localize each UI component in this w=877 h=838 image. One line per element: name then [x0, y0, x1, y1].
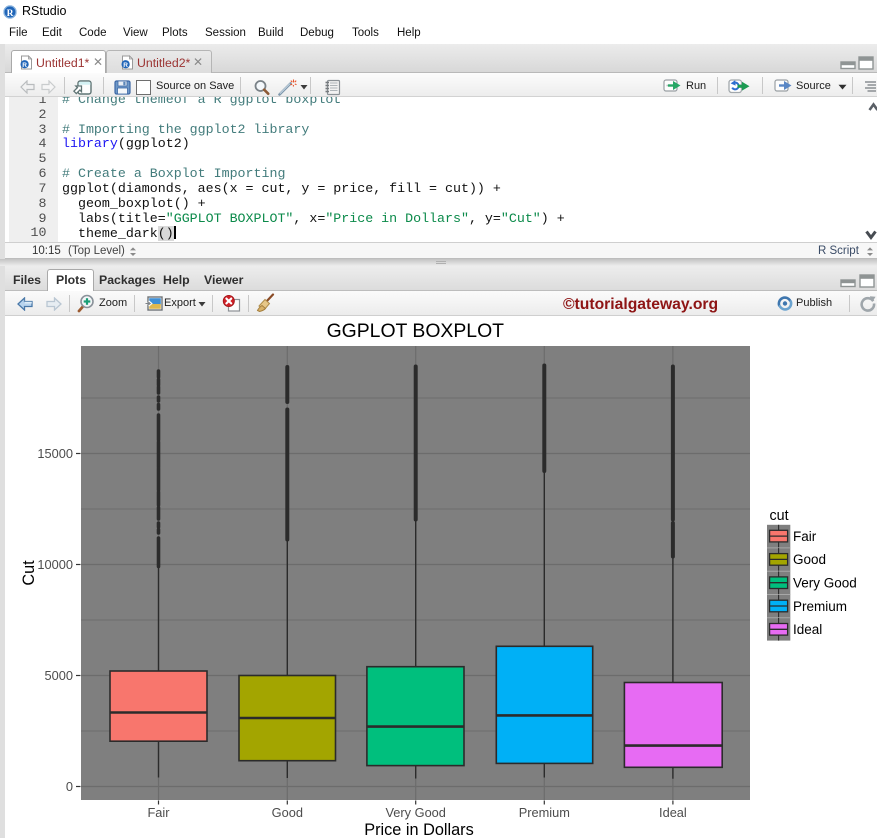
svg-text:15000: 15000 [37, 446, 73, 461]
svg-text:Fair: Fair [793, 529, 817, 544]
svg-text:Price in Dollars: Price in Dollars [364, 821, 473, 838]
svg-text:Cut: Cut [20, 560, 38, 586]
svg-text:cut: cut [770, 508, 789, 524]
svg-text:Premium: Premium [793, 599, 847, 614]
svg-text:0: 0 [66, 779, 73, 794]
svg-text:Ideal: Ideal [659, 805, 687, 820]
svg-text:5000: 5000 [45, 668, 73, 683]
svg-text:GGPLOT BOXPLOT: GGPLOT BOXPLOT [327, 320, 505, 342]
svg-text:Fair: Fair [147, 805, 170, 820]
svg-text:Premium: Premium [519, 805, 570, 820]
svg-text:Good: Good [272, 805, 303, 820]
svg-text:Good: Good [793, 552, 826, 567]
svg-text:10000: 10000 [37, 557, 73, 572]
svg-text:Very Good: Very Good [385, 805, 445, 820]
svg-text:Very Good: Very Good [793, 576, 857, 591]
svg-text:Ideal: Ideal [793, 622, 822, 637]
